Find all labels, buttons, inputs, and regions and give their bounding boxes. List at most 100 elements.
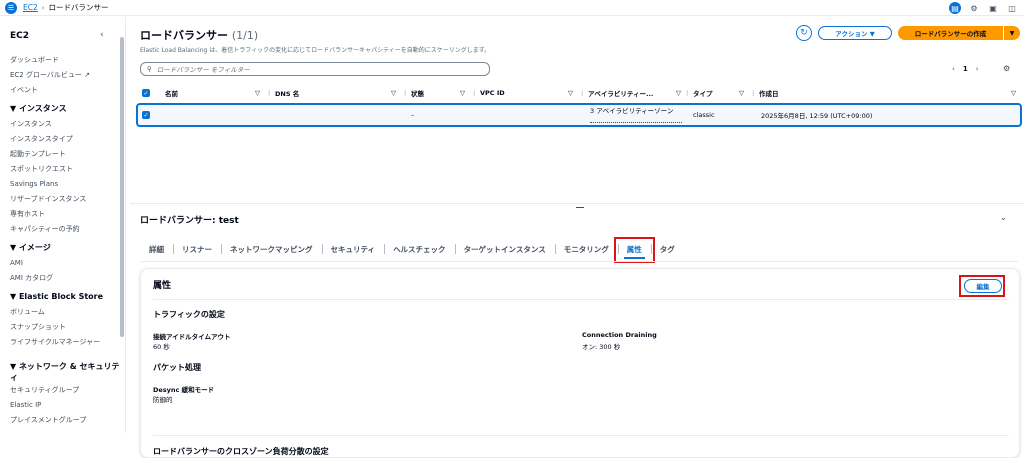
prev-page-icon[interactable]: ‹ xyxy=(952,65,955,73)
search-input[interactable]: ⚲ ロードバランサー をフィルター xyxy=(140,62,490,76)
page-title-text: ロードバランサー xyxy=(140,29,228,42)
column-divider: | xyxy=(473,89,476,97)
sidebar-item[interactable]: インスタンス xyxy=(10,117,120,132)
cross-zone-heading: ロードバランサーのクロスゾーン負荷分散の設定 xyxy=(153,447,329,456)
tab-6[interactable]: モニタリング xyxy=(554,239,618,259)
column-state[interactable]: 状態 xyxy=(411,86,424,100)
menu-icon[interactable]: ☰ xyxy=(5,1,17,14)
sidebar: EC2 ‹ ダッシュボード EC2 グローバルビュー ↗ イベント ▼ インスタンスイ… xyxy=(0,17,126,433)
collapse-icon[interactable]: ⌄ xyxy=(1000,213,1007,222)
info-panel-icon[interactable]: ▤ xyxy=(949,2,961,14)
sidebar-section[interactable]: ▼ イメージ xyxy=(10,239,120,256)
column-dns[interactable]: DNS 名 xyxy=(275,86,299,100)
notification-icon[interactable]: ◫ xyxy=(1006,2,1018,14)
column-az[interactable]: アベイラビリティー... xyxy=(588,86,653,100)
attributes-panel: 属性 編集 トラフィックの設定 接続アイドルタイムアウト 60 秒 Connec… xyxy=(140,268,1020,458)
column-divider: | xyxy=(268,89,271,97)
row-az[interactable]: 3 アベイラビリティーゾーン xyxy=(590,107,682,123)
sidebar-item[interactable]: EC2 グローバルビュー ↗ xyxy=(10,68,120,83)
sort-icon[interactable]: ▽ xyxy=(739,86,744,100)
edit-button[interactable]: 編集 xyxy=(964,279,1002,293)
tab-0[interactable]: 詳細 xyxy=(140,239,173,259)
column-vpc[interactable]: VPC ID xyxy=(480,86,505,100)
sidebar-item[interactable]: Savings Plans xyxy=(10,177,120,192)
table-row[interactable]: ✓ – 3 アベイラビリティーゾーン classic 2025年6月8日, 12… xyxy=(136,103,1022,127)
sort-icon[interactable]: ▽ xyxy=(255,86,260,100)
row-created: 2025年6月8日, 12:59 (UTC+09:00) xyxy=(761,112,873,120)
sidebar-item[interactable]: プレイスメントグループ xyxy=(10,413,120,428)
sort-icon[interactable]: ▽ xyxy=(568,86,573,100)
select-all-checkbox[interactable]: ✓ xyxy=(142,89,150,97)
panel-divider xyxy=(153,435,1009,436)
resize-handle[interactable] xyxy=(576,207,584,208)
sidebar-nav: ダッシュボード EC2 グローバルビュー ↗ イベント ▼ インスタンス インスタンスイ… xyxy=(10,53,120,428)
actions-button[interactable]: アクション ▼ xyxy=(818,26,892,40)
column-created[interactable]: 作成日 xyxy=(759,86,779,100)
page-description: Elastic Load Balancing は、着信トラフィックの変化に応じて… xyxy=(140,47,491,54)
sidebar-item[interactable]: スナップショット xyxy=(10,320,120,335)
connection-draining-value: オン: 300 秒 xyxy=(582,343,621,351)
tab-1[interactable]: リスナー xyxy=(173,239,221,259)
column-divider: | xyxy=(752,89,755,97)
split-divider[interactable] xyxy=(130,203,1024,204)
panel-title: 属性 xyxy=(153,281,172,291)
sidebar-item[interactable]: セキュリティグループ xyxy=(10,383,120,398)
sort-icon[interactable]: ▽ xyxy=(1011,86,1016,100)
sidebar-item[interactable]: イベント xyxy=(10,83,120,98)
tab-5[interactable]: ターゲットインスタンス xyxy=(454,239,555,259)
settings-gear-icon[interactable]: ⚙ xyxy=(968,2,980,14)
page-title: ロードバランサー (1/1) xyxy=(140,27,258,43)
sidebar-item[interactable]: リザーブドインスタンス xyxy=(10,192,120,207)
sort-icon[interactable]: ▽ xyxy=(676,86,681,100)
sidebar-item[interactable]: インスタンスタイプ xyxy=(10,132,120,147)
sidebar-item[interactable]: キャパシティーの予約 xyxy=(10,222,120,237)
sidebar-item[interactable]: 専有ホスト xyxy=(10,207,120,222)
column-type[interactable]: タイプ xyxy=(693,86,713,100)
create-load-balancer-button[interactable]: ロードバランサーの作成 xyxy=(898,26,1003,40)
table-header: ✓ 名前 ▽ | DNS 名 ▽ | 状態 ▽ | VPC ID ▽ | アベイ… xyxy=(138,86,1022,100)
desync-label: Desync 緩和モード xyxy=(153,386,215,394)
sidebar-item[interactable]: ボリューム xyxy=(10,305,120,320)
sidebar-item[interactable]: ダッシュボード xyxy=(10,53,120,68)
table-settings-icon[interactable]: ⚙ xyxy=(1003,64,1010,73)
breadcrumb-current: ロードバランサー xyxy=(48,3,109,12)
sidebar-section[interactable]: ▼ Elastic Block Store xyxy=(10,288,120,305)
sidebar-section[interactable]: ▼ インスタンス xyxy=(10,100,120,117)
tab-8[interactable]: タグ xyxy=(650,239,684,259)
detail-title: ロードバランサー: test xyxy=(140,216,239,226)
sidebar-item[interactable]: 起動テンプレート xyxy=(10,147,120,162)
breadcrumb-ec2[interactable]: EC2 xyxy=(23,3,38,12)
sidebar-scrollbar[interactable] xyxy=(120,37,124,337)
feedback-icon[interactable]: ▣ xyxy=(987,2,999,14)
row-checkbox[interactable]: ✓ xyxy=(142,111,150,119)
selection-count: (1/1) xyxy=(231,29,259,42)
page-number[interactable]: 1 xyxy=(963,65,968,73)
sort-icon[interactable]: ▽ xyxy=(460,86,465,100)
connection-draining-label: Connection Draining xyxy=(582,331,657,339)
create-dropdown-caret-icon[interactable]: ▼ xyxy=(1004,26,1020,40)
sidebar-item[interactable]: Elastic IP xyxy=(10,398,120,413)
next-page-icon[interactable]: › xyxy=(976,65,979,73)
sidebar-item[interactable]: AMI カタログ xyxy=(10,271,120,286)
refresh-icon[interactable]: ↻ xyxy=(796,25,812,41)
sidebar-item[interactable]: スポットリクエスト xyxy=(10,162,120,177)
tab-2[interactable]: ネットワークマッピング xyxy=(221,239,322,259)
tab-4[interactable]: ヘルスチェック xyxy=(384,239,455,259)
sidebar-item[interactable]: AMI xyxy=(10,256,120,271)
row-state: – xyxy=(411,111,415,119)
pagination: ‹ 1 › xyxy=(952,65,979,73)
column-divider: | xyxy=(404,89,407,97)
chevron-right-icon: › xyxy=(41,3,45,12)
column-name[interactable]: 名前 xyxy=(165,86,178,100)
tab-3[interactable]: セキュリティ xyxy=(321,239,385,259)
row-type: classic xyxy=(693,111,715,119)
sort-icon[interactable]: ▽ xyxy=(391,86,396,100)
traffic-heading: トラフィックの設定 xyxy=(153,310,225,319)
detail-tabs: 詳細 リスナー ネットワークマッピング セキュリティ ヘルスチェック ターゲットインスタン… xyxy=(140,237,684,263)
sidebar-title: EC2 xyxy=(10,31,30,41)
panel-divider xyxy=(153,299,1009,300)
active-tab-highlight xyxy=(614,237,655,263)
sidebar-section[interactable]: ▼ ネットワーク & セキュリティ xyxy=(10,359,120,383)
sidebar-item[interactable]: ライフサイクルマネージャー xyxy=(10,335,120,357)
close-sidebar-icon[interactable]: ‹ xyxy=(100,30,104,40)
